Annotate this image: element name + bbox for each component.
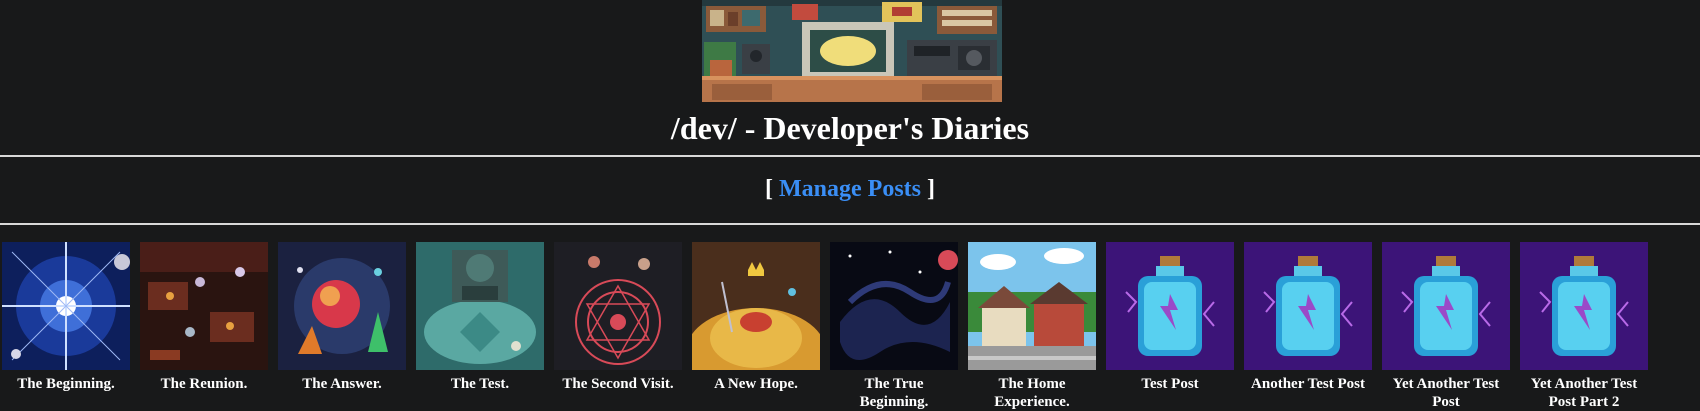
divider-bottom — [0, 223, 1700, 225]
post-card[interactable]: The Reunion. — [140, 242, 268, 393]
post-card[interactable]: Yet Another Test Post Part 2 — [1520, 242, 1648, 411]
tavern-scene-icon — [140, 242, 268, 370]
post-title: The Home Experience. — [994, 376, 1070, 410]
post-card[interactable]: The True Beginning. — [830, 242, 958, 411]
page-title: /dev/ - Developer's Diaries — [670, 110, 1030, 146]
potion-bottle-icon — [1520, 242, 1648, 370]
post-title: The Beginning. — [17, 376, 115, 392]
post-title: Test Post — [1141, 376, 1199, 392]
post-card[interactable]: The Beginning. — [2, 242, 130, 393]
post-title: Another Test Post — [1251, 376, 1365, 392]
banner-image — [702, 0, 1002, 102]
dark-void-icon — [830, 242, 958, 370]
manage-posts-bar: [ Manage Posts ] — [0, 173, 1700, 205]
developer-desk-banner-icon — [702, 0, 1002, 102]
post-card[interactable]: Another Test Post — [1244, 242, 1372, 393]
potion-bottle-icon — [1244, 242, 1372, 370]
manage-posts-link[interactable]: Manage Posts — [779, 176, 921, 202]
post-card[interactable]: The Second Visit. — [554, 242, 682, 393]
potion-bottle-icon — [1106, 242, 1234, 370]
post-card[interactable]: Yet Another Test Post — [1382, 242, 1510, 411]
post-title: Yet Another Test Post — [1392, 376, 1500, 410]
post-title: The Answer. — [302, 376, 382, 392]
post-title: The Test. — [450, 376, 510, 392]
post-title: A New Hope. — [714, 376, 798, 392]
potion-bottle-icon — [1382, 242, 1510, 370]
divider-top — [0, 155, 1700, 157]
post-card[interactable]: The Answer. — [278, 242, 406, 393]
starburst-space-icon — [2, 242, 130, 370]
post-title: Yet Another Test Post Part 2 — [1530, 376, 1638, 410]
glowing-orb-icon — [278, 242, 406, 370]
post-card[interactable]: A New Hope. — [692, 242, 820, 393]
post-card[interactable]: The Home Experience. — [968, 242, 1096, 411]
stone-guardian-icon — [416, 242, 544, 370]
bracket-open: [ — [765, 176, 773, 202]
magic-circle-icon — [554, 242, 682, 370]
post-title: The Second Visit. — [562, 376, 674, 392]
bracket-close: ] — [926, 176, 935, 202]
post-card[interactable]: The Test. — [416, 242, 544, 393]
post-title: The Reunion. — [160, 376, 248, 392]
post-title: The True Beginning. — [859, 376, 929, 410]
suburban-houses-icon — [968, 242, 1096, 370]
post-card[interactable]: Test Post — [1106, 242, 1234, 393]
gold-hoard-icon — [692, 242, 820, 370]
